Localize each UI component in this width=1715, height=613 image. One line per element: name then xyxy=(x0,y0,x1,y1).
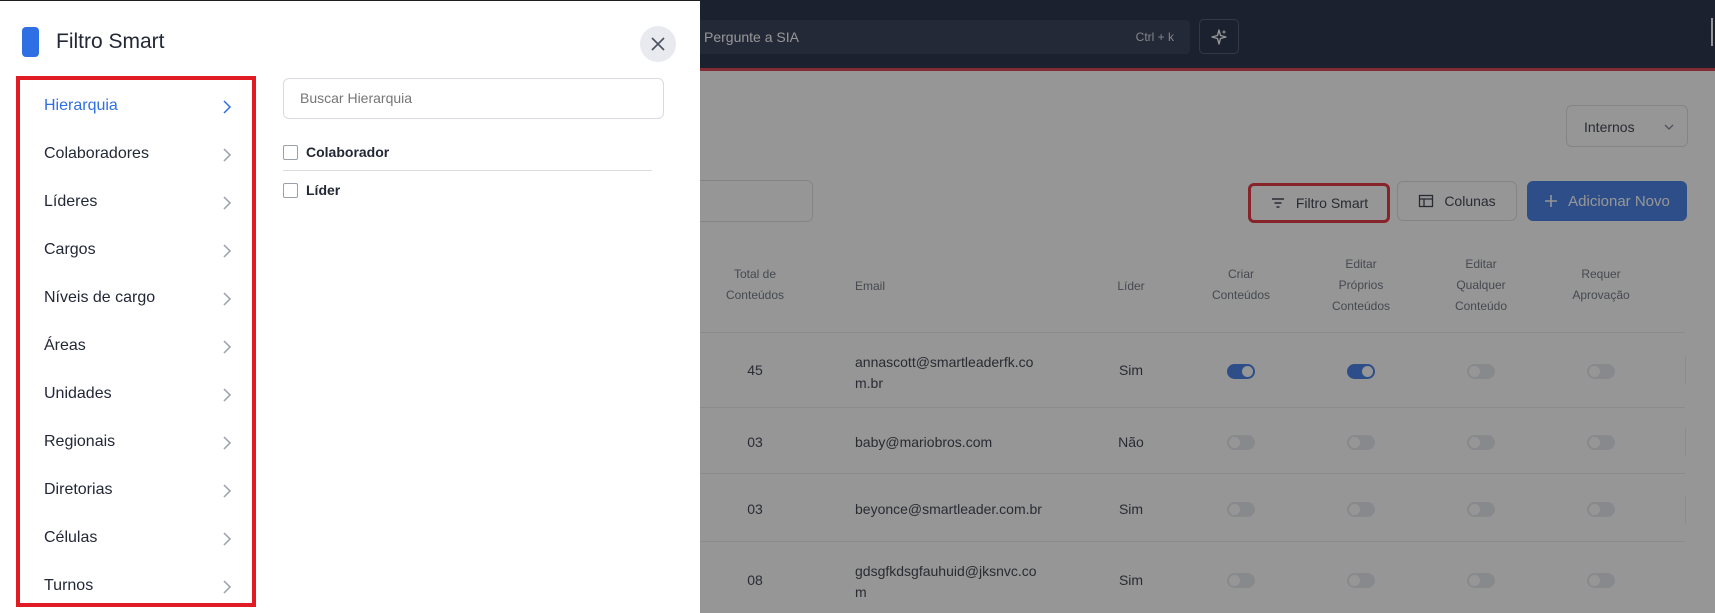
filtro-smart-drawer: Filtro Smart Hierarquia Colaboradores Lí… xyxy=(0,0,700,613)
category-label: Turnos xyxy=(44,577,94,594)
category-list: Hierarquia Colaboradores Líderes Cargos … xyxy=(16,76,256,607)
chevron-right-icon xyxy=(223,148,232,162)
chevron-right-icon xyxy=(223,388,232,402)
chevron-right-icon xyxy=(223,580,232,594)
category-item-lideres[interactable]: Líderes xyxy=(20,178,252,226)
category-label: Regionais xyxy=(44,433,116,450)
category-item-hierarquia[interactable]: Hierarquia xyxy=(20,82,252,130)
option-colaborador[interactable]: Colaborador xyxy=(283,144,389,160)
close-icon xyxy=(651,37,665,51)
category-label: Níveis de cargo xyxy=(44,289,156,306)
drawer-top-border xyxy=(0,0,700,1)
category-label: Unidades xyxy=(44,385,112,402)
category-item-colaboradores[interactable]: Colaboradores xyxy=(20,130,252,178)
title-accent-marker xyxy=(22,27,39,57)
option-divider xyxy=(283,170,652,171)
category-label: Diretorias xyxy=(44,481,113,498)
category-label: Áreas xyxy=(44,337,86,354)
category-item-unidades[interactable]: Unidades xyxy=(20,370,252,418)
option-label: Colaborador xyxy=(306,144,390,160)
close-button[interactable] xyxy=(640,26,676,62)
chevron-right-icon xyxy=(223,436,232,450)
lider-checkbox[interactable] xyxy=(283,182,298,198)
option-label: Líder xyxy=(306,182,341,198)
chevron-right-icon xyxy=(223,244,232,258)
category-item-regionais[interactable]: Regionais xyxy=(20,418,252,466)
category-label: Líderes xyxy=(44,193,98,210)
chevron-right-icon xyxy=(223,484,232,498)
category-label: Cargos xyxy=(44,241,96,258)
chevron-right-icon xyxy=(223,100,232,114)
category-item-cargos[interactable]: Cargos xyxy=(20,226,252,274)
drawer-title: Filtro Smart xyxy=(56,30,165,53)
colaborador-checkbox[interactable] xyxy=(283,144,298,160)
chevron-right-icon xyxy=(223,292,232,306)
category-item-areas[interactable]: Áreas xyxy=(20,322,252,370)
category-item-niveis-de-cargo[interactable]: Níveis de cargo xyxy=(20,274,252,322)
category-label: Células xyxy=(44,529,98,546)
option-lider[interactable]: Líder xyxy=(283,182,340,198)
category-item-celulas[interactable]: Células xyxy=(20,514,252,562)
buscar-hierarquia-input[interactable] xyxy=(283,78,664,119)
category-label: Hierarquia xyxy=(44,97,118,114)
category-label: Colaboradores xyxy=(44,145,149,162)
chevron-right-icon xyxy=(223,532,232,546)
chevron-right-icon xyxy=(223,196,232,210)
category-item-turnos[interactable]: Turnos xyxy=(20,562,252,610)
category-item-diretorias[interactable]: Diretorias xyxy=(20,466,252,514)
chevron-right-icon xyxy=(223,340,232,354)
